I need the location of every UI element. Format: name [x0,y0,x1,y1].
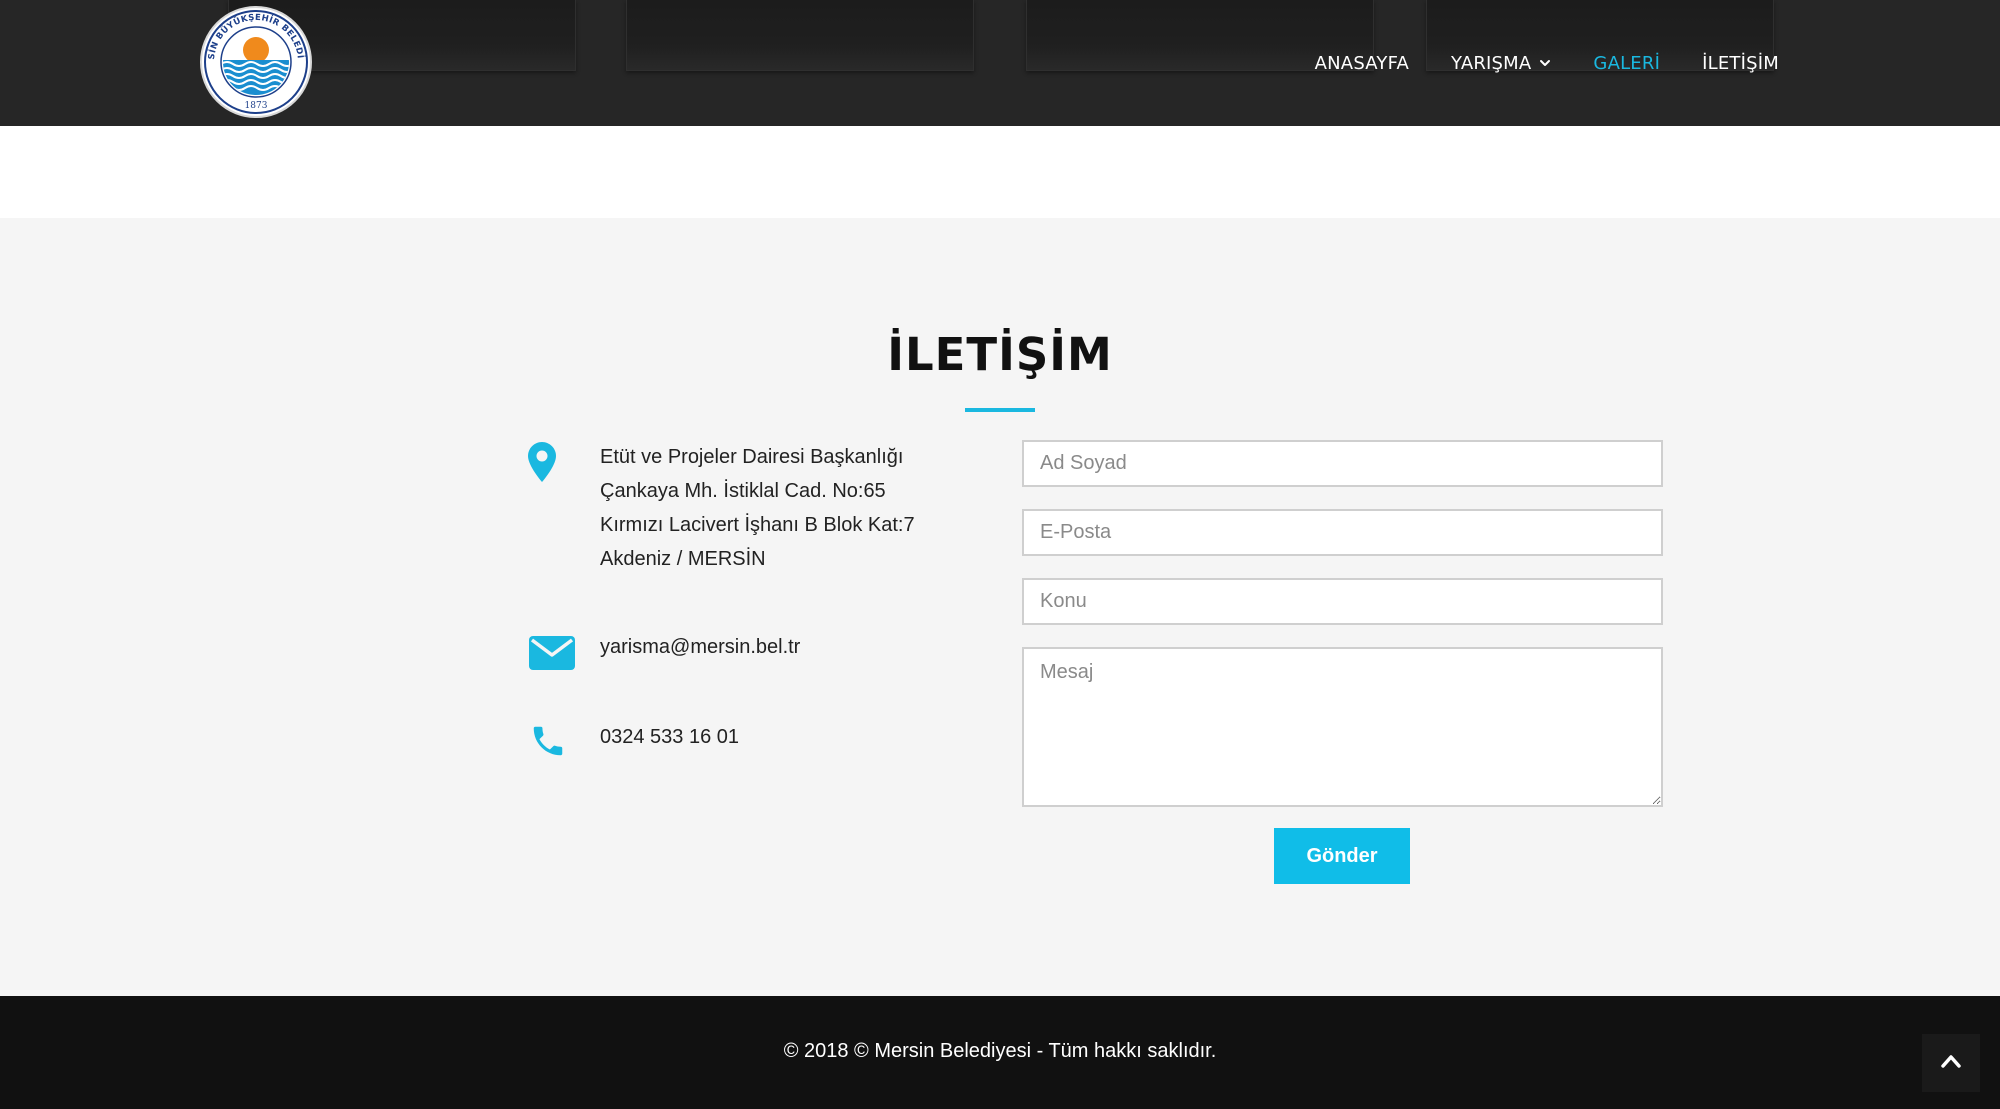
gallery-thumbnail[interactable] [626,0,974,71]
copyright-text: © 2018 © Mersin Belediyesi - Tüm hakkı s… [783,1040,1217,1062]
mersin-logo[interactable]: MERSİN BÜYÜKŞEHİR BELEDİYESİ 1873 [200,6,312,118]
subject-input[interactable] [1022,578,1663,625]
section-title: İLETİŞİM [887,328,1113,381]
email-input[interactable] [1022,509,1663,556]
back-to-top-button[interactable] [1922,1034,1980,1092]
message-textarea[interactable] [1022,647,1663,807]
map-pin-icon [528,442,556,482]
nav-item-iletisim[interactable]: İLETİŞİM [1702,53,1779,74]
site-footer: © 2018 © Mersin Belediyesi - Tüm hakkı s… [0,996,2000,1109]
nav-item-yarisma[interactable]: YARIŞMA [1451,53,1551,74]
contact-section: İLETİŞİM Etüt ve Projeler Dairesi Başkan… [0,218,2000,996]
logo-emblem: MERSİN BÜYÜKŞEHİR BELEDİYESİ 1873 [202,8,308,114]
phone-text[interactable]: 0324 533 16 01 [600,720,739,754]
chevron-down-icon [1540,60,1551,66]
submit-button[interactable]: Gönder [1274,828,1410,884]
site-header: MERSİN BÜYÜKŞEHİR BELEDİYESİ 1873 ANASAY… [0,0,2000,126]
chevron-up-icon [1941,1055,1961,1068]
address-line: Akdeniz / MERSİN [600,548,766,570]
name-input[interactable] [1022,440,1663,487]
nav-label: YARIŞMA [1451,52,1532,74]
phone-icon [533,726,563,756]
nav-item-anasayfa[interactable]: ANASAYFA [1315,53,1409,74]
nav-label: GALERİ [1593,52,1661,74]
nav-label: İLETİŞİM [1702,52,1779,74]
nav-item-galeri[interactable]: GALERİ [1593,53,1660,74]
address-line: Çankaya Mh. İstiklal Cad. No:65 [600,480,886,502]
address-block: Etüt ve Projeler Dairesi Başkanlığı Çank… [600,440,915,576]
main-nav: ANASAYFA YARIŞMA GALERİ İLETİŞİM [1273,48,1779,78]
envelope-icon [529,636,575,670]
nav-label: ANASAYFA [1314,52,1410,74]
address-line: Kırmızı Lacivert İşhanı B Blok Kat:7 [600,514,915,536]
email-text[interactable]: yarisma@mersin.bel.tr [600,630,800,664]
address-line: Etüt ve Projeler Dairesi Başkanlığı [600,446,904,468]
logo-year: 1873 [245,101,268,111]
title-underline [965,408,1035,412]
